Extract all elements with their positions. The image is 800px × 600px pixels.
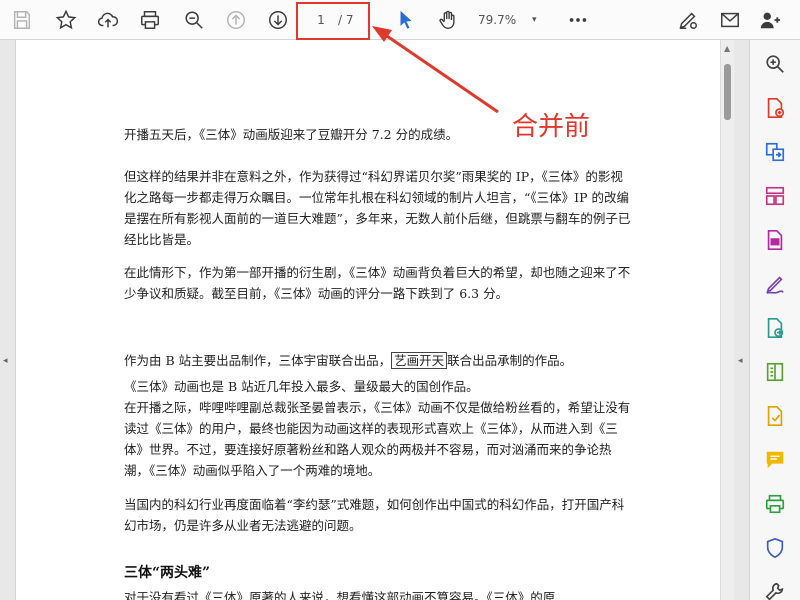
annotation-arrow [372,26,499,114]
pdf-viewer: 1 / 7 79.7% ▾ ◂ 开播五天后，《三体》动画版迎来了豆瓣开分 7.2 [0,0,800,600]
annotation-label: 合并前 [512,112,591,142]
